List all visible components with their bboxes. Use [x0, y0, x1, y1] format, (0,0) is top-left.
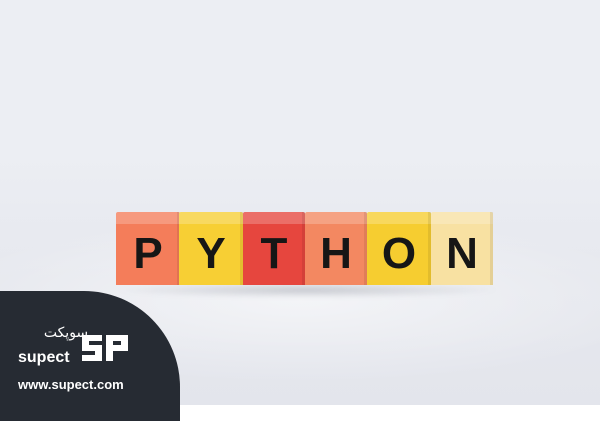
- website-url: www.supect.com: [18, 377, 124, 392]
- letter-n: N: [446, 228, 478, 278]
- brand-name: supect: [18, 349, 70, 366]
- letter-h: H: [320, 228, 352, 278]
- letter-y: Y: [196, 228, 226, 278]
- letter-o: O: [381, 228, 417, 278]
- letter-block-t: T: [243, 212, 305, 285]
- letter-t: T: [260, 228, 288, 278]
- sp-logo-icon: [82, 335, 128, 361]
- letter-block-n: N: [431, 212, 493, 285]
- letter-block-y: Y: [179, 212, 243, 285]
- letter-block-o: O: [367, 212, 431, 285]
- letter-p: P: [133, 228, 163, 278]
- letter-block-p: P: [116, 212, 180, 285]
- letter-block-h: H: [305, 212, 367, 285]
